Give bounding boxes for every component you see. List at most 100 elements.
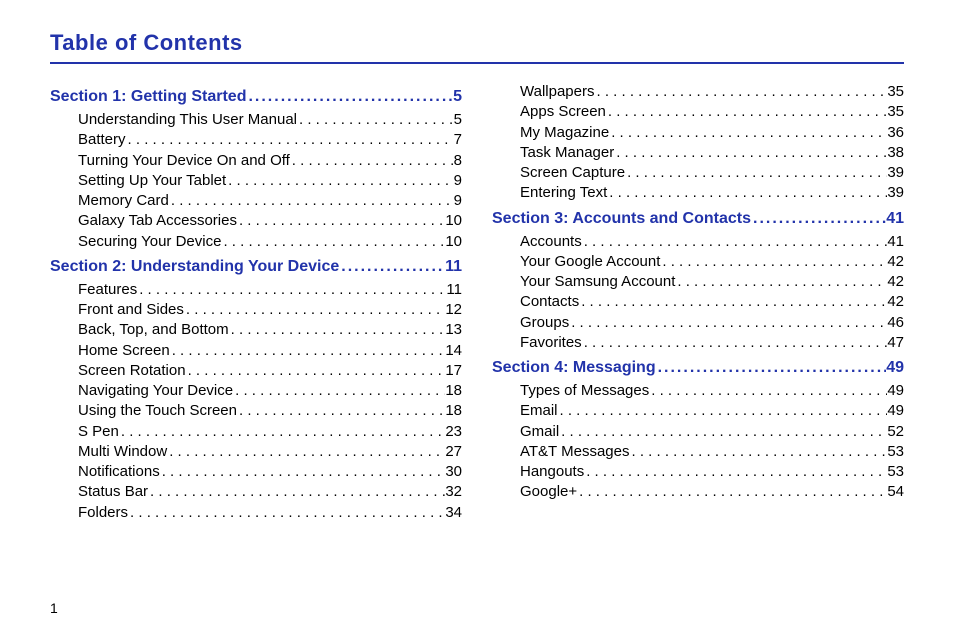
leader-dots bbox=[184, 300, 445, 320]
toc-entry[interactable]: Front and Sides12 bbox=[78, 300, 462, 320]
toc-section-heading[interactable]: Section 3: Accounts and Contacts41 bbox=[492, 210, 904, 228]
toc-entry-label: Contacts bbox=[520, 292, 579, 312]
toc-entry-label: Turning Your Device On and Off bbox=[78, 151, 290, 171]
toc-entry-label: Folders bbox=[78, 503, 128, 523]
leader-dots bbox=[609, 123, 887, 143]
toc-entry[interactable]: Google+ 54 bbox=[520, 482, 904, 502]
toc-entry[interactable]: Screen Capture39 bbox=[520, 163, 904, 183]
leader-dots bbox=[167, 442, 445, 462]
leader-dots bbox=[660, 252, 887, 272]
toc-page-number: 42 bbox=[887, 292, 904, 312]
toc-page-number: 27 bbox=[445, 442, 462, 462]
toc-entry-label: Entering Text bbox=[520, 183, 607, 203]
toc-entry-label: Favorites bbox=[520, 333, 582, 353]
toc-entry[interactable]: Home Screen14 bbox=[78, 341, 462, 361]
toc-entry[interactable]: Gmail52 bbox=[520, 422, 904, 442]
toc-entry-label: Google+ bbox=[520, 482, 577, 502]
toc-page-number: 11 bbox=[446, 280, 462, 300]
toc-page-number: 10 bbox=[445, 211, 462, 231]
toc-section-heading[interactable]: Section 1: Getting Started5 bbox=[50, 88, 462, 106]
toc-entry-label: My Magazine bbox=[520, 123, 609, 143]
toc-entry[interactable]: Status Bar32 bbox=[78, 482, 462, 502]
toc-entry[interactable]: Notifications30 bbox=[78, 462, 462, 482]
leader-dots bbox=[169, 191, 454, 211]
toc-page-number: 35 bbox=[887, 102, 904, 122]
toc-page-number: 11 bbox=[445, 258, 462, 276]
toc-entry-label: Types of Messages bbox=[520, 381, 649, 401]
leader-dots bbox=[606, 102, 887, 122]
toc-section-label: Section 2: Understanding Your Device bbox=[50, 258, 339, 276]
toc-page-number: 18 bbox=[445, 381, 462, 401]
toc-entry[interactable]: Back, Top, and Bottom13 bbox=[78, 320, 462, 340]
toc-page-number: 39 bbox=[887, 163, 904, 183]
toc-entry[interactable]: Features 11 bbox=[78, 280, 462, 300]
toc-entry[interactable]: Your Samsung Account42 bbox=[520, 272, 904, 292]
leader-dots bbox=[137, 280, 446, 300]
leader-dots bbox=[656, 359, 887, 377]
toc-entry[interactable]: Multi Window 27 bbox=[78, 442, 462, 462]
toc-page-number: 46 bbox=[887, 313, 904, 333]
toc-entry[interactable]: Folders34 bbox=[78, 503, 462, 523]
leader-dots bbox=[237, 211, 445, 231]
toc-entry[interactable]: My Magazine 36 bbox=[520, 123, 904, 143]
toc-entry[interactable]: Accounts41 bbox=[520, 232, 904, 252]
toc-entry-label: Back, Top, and Bottom bbox=[78, 320, 229, 340]
toc-page-number: 10 bbox=[445, 232, 462, 252]
toc-page-number: 38 bbox=[887, 143, 904, 163]
toc-entry[interactable]: S Pen23 bbox=[78, 422, 462, 442]
toc-entry[interactable]: Task Manager38 bbox=[520, 143, 904, 163]
toc-entry[interactable]: Navigating Your Device18 bbox=[78, 381, 462, 401]
toc-entry[interactable]: Screen Rotation17 bbox=[78, 361, 462, 381]
toc-entry[interactable]: Securing Your Device10 bbox=[78, 232, 462, 252]
toc-column-right: Wallpapers35Apps Screen 35 My Magazine 36Ta… bbox=[492, 82, 904, 523]
leader-dots bbox=[577, 482, 887, 502]
toc-entry[interactable]: Turning Your Device On and Off8 bbox=[78, 151, 462, 171]
toc-entry[interactable]: Memory Card9 bbox=[78, 191, 462, 211]
toc-page-number: 7 bbox=[454, 130, 462, 150]
title-rule bbox=[50, 62, 904, 64]
toc-page-number: 47 bbox=[887, 333, 904, 353]
toc-page-number: 42 bbox=[887, 272, 904, 292]
toc-entry-label: Email bbox=[520, 401, 558, 421]
toc-entry[interactable]: Groups46 bbox=[520, 313, 904, 333]
toc-entry[interactable]: Battery7 bbox=[78, 130, 462, 150]
toc-entry[interactable]: Hangouts53 bbox=[520, 462, 904, 482]
toc-entry-label: Home Screen bbox=[78, 341, 170, 361]
toc-page-number: 54 bbox=[887, 482, 904, 502]
leader-dots bbox=[148, 482, 445, 502]
toc-page-number: 53 bbox=[887, 462, 904, 482]
toc-entry[interactable]: Favorites 47 bbox=[520, 333, 904, 353]
toc-entry[interactable]: Apps Screen 35 bbox=[520, 102, 904, 122]
toc-page-number: 41 bbox=[887, 232, 904, 252]
toc-entry[interactable]: Entering Text39 bbox=[520, 183, 904, 203]
toc-entry[interactable]: AT&T Messages53 bbox=[520, 442, 904, 462]
toc-entry[interactable]: Using the Touch Screen18 bbox=[78, 401, 462, 421]
toc-entry[interactable]: Setting Up Your Tablet9 bbox=[78, 171, 462, 191]
toc-entry-label: S Pen bbox=[78, 422, 119, 442]
toc-page-number: 5 bbox=[454, 110, 462, 130]
toc-columns: Section 1: Getting Started5 Understanding… bbox=[50, 82, 904, 523]
toc-entry[interactable]: Email49 bbox=[520, 401, 904, 421]
toc-entry[interactable]: Wallpapers35 bbox=[520, 82, 904, 102]
toc-entry[interactable]: Your Google Account42 bbox=[520, 252, 904, 272]
toc-entry-label: Screen Rotation bbox=[78, 361, 186, 381]
toc-entry-label: AT&T Messages bbox=[520, 442, 629, 462]
toc-section-heading[interactable]: Section 4: Messaging49 bbox=[492, 359, 904, 377]
toc-entry-label: Features bbox=[78, 280, 137, 300]
toc-entry[interactable]: Galaxy Tab Accessories10 bbox=[78, 211, 462, 231]
toc-column-left: Section 1: Getting Started5 Understanding… bbox=[50, 82, 462, 523]
toc-page-number: 41 bbox=[886, 210, 904, 228]
leader-dots bbox=[160, 462, 446, 482]
leader-dots bbox=[579, 292, 887, 312]
toc-entry[interactable]: Types of Messages49 bbox=[520, 381, 904, 401]
toc-entry-label: Wallpapers bbox=[520, 82, 594, 102]
leader-dots bbox=[297, 110, 454, 130]
toc-page-number: 36 bbox=[887, 123, 904, 143]
toc-section-heading[interactable]: Section 2: Understanding Your Device 11 bbox=[50, 258, 462, 276]
leader-dots bbox=[629, 442, 887, 462]
toc-entry[interactable]: Contacts 42 bbox=[520, 292, 904, 312]
toc-entry-label: Apps Screen bbox=[520, 102, 606, 122]
toc-entry-label: Setting Up Your Tablet bbox=[78, 171, 226, 191]
toc-entry[interactable]: Understanding This User Manual5 bbox=[78, 110, 462, 130]
toc-entry-label: Multi Window bbox=[78, 442, 167, 462]
